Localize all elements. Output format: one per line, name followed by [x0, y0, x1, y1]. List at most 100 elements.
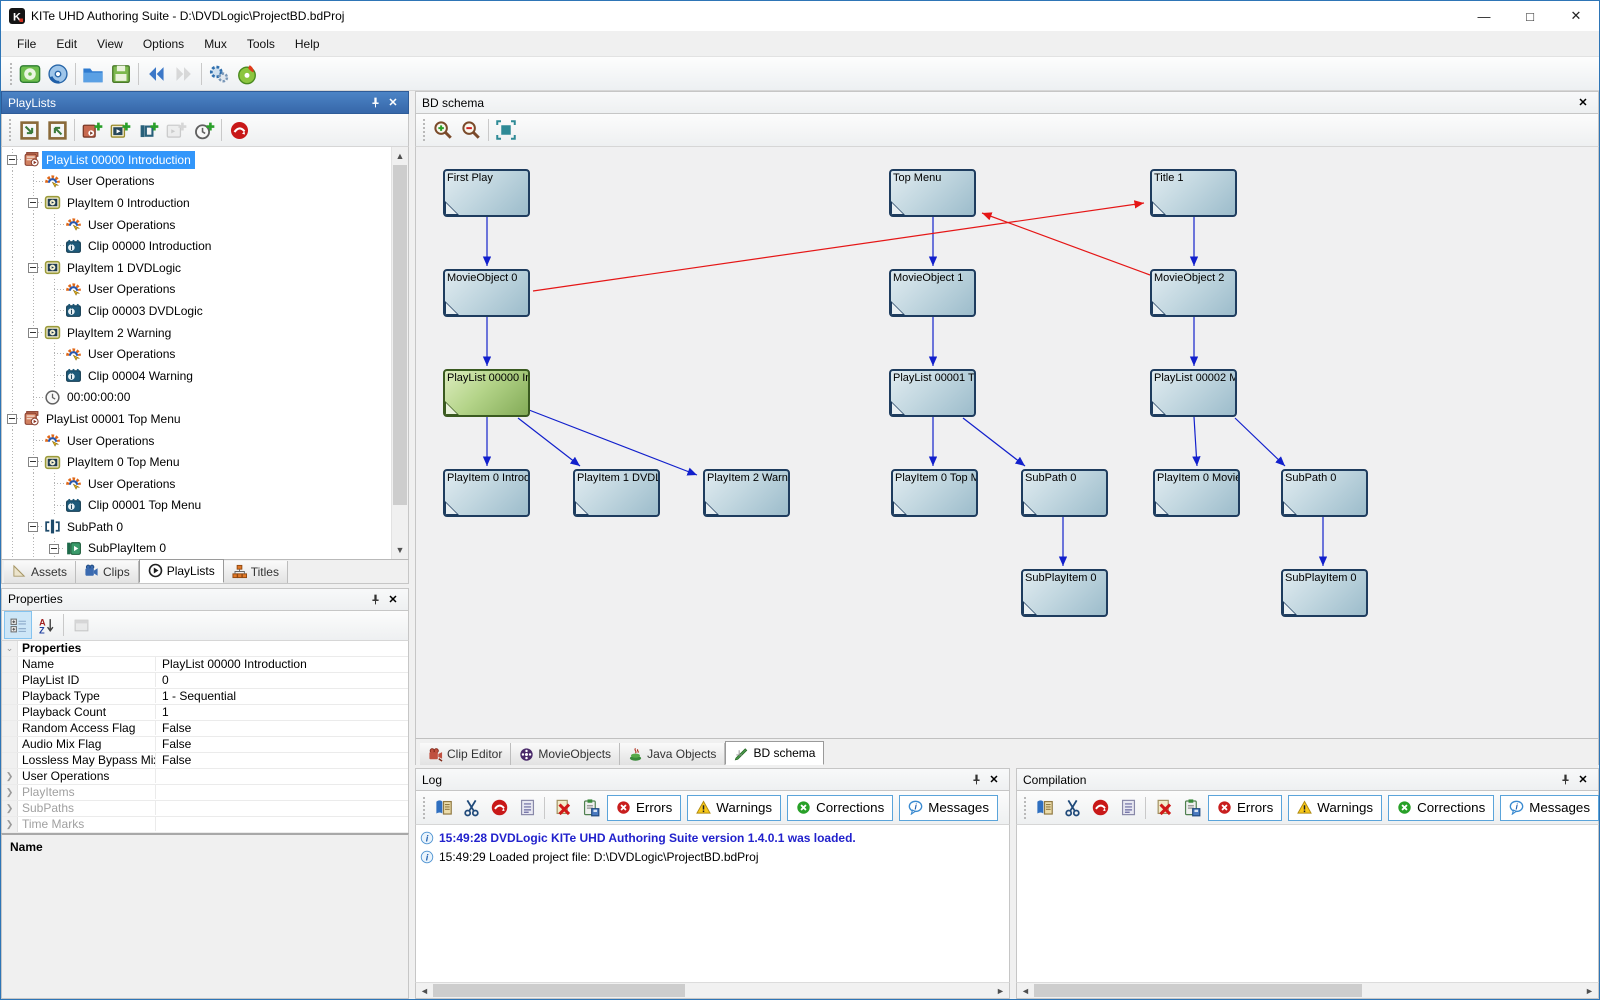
collapse-toggle-icon[interactable] — [44, 538, 65, 559]
tree-item[interactable]: User Operations — [2, 343, 391, 365]
property-pages-button[interactable] — [67, 611, 95, 639]
tree-item[interactable]: PlayList 00001 Top Menu — [2, 408, 391, 430]
property-value[interactable]: PlayList 00000 Introduction — [156, 657, 408, 671]
menu-edit[interactable]: Edit — [46, 33, 87, 55]
save-log-button[interactable] — [1177, 794, 1205, 822]
clear-log-button[interactable] — [548, 794, 576, 822]
close-icon[interactable]: ✕ — [985, 772, 1003, 788]
schema-node[interactable]: PlayItem 0 Movie — [1153, 469, 1240, 517]
close-icon[interactable]: ✕ — [384, 591, 402, 607]
save-project-button[interactable] — [107, 60, 135, 88]
cut-log-button[interactable] — [1058, 794, 1086, 822]
chevron-down-icon[interactable]: ⌄ — [2, 641, 18, 656]
mux-burn-button[interactable] — [233, 60, 261, 88]
tree-item-label[interactable]: PlayList 00000 Introduction — [42, 151, 195, 169]
toolbar-grip[interactable] — [421, 119, 426, 141]
chevron-right-icon[interactable]: ❯ — [2, 801, 18, 816]
schema-node[interactable]: PlayItem 0 Introduction — [443, 469, 530, 517]
pin-icon[interactable] — [967, 772, 985, 788]
pin-icon[interactable] — [366, 95, 384, 111]
tree-item-label[interactable]: SubPlayItem 0 — [84, 539, 170, 557]
export-playlist-button[interactable] — [43, 116, 71, 144]
property-value[interactable]: False — [156, 753, 408, 767]
tab-clips[interactable]: Clips — [76, 561, 139, 583]
tree-item-label[interactable]: User Operations — [84, 475, 179, 493]
copy-log-button[interactable] — [429, 794, 457, 822]
tree-item[interactable]: PlayItem 2 Warning — [2, 322, 391, 344]
filter-messages-button[interactable]: iMessages — [1500, 795, 1599, 821]
chevron-right-icon[interactable]: ❯ — [2, 769, 18, 784]
add-timemark-button[interactable] — [190, 116, 218, 144]
clear-log-button[interactable] — [1149, 794, 1177, 822]
schema-node[interactable]: MovieObject 2 — [1150, 269, 1237, 317]
schema-node[interactable]: SubPath 0 — [1281, 469, 1368, 517]
undo-button[interactable] — [142, 60, 170, 88]
property-value[interactable]: 0 — [156, 673, 408, 687]
property-row[interactable]: PlayList ID0 — [2, 673, 408, 689]
stop-log-button[interactable] — [1086, 794, 1114, 822]
collapse-toggle-icon[interactable] — [23, 451, 44, 473]
tree-item[interactable]: iClip 00003 DVDLogic — [2, 300, 391, 322]
add-subplayitem-button[interactable] — [162, 116, 190, 144]
chevron-right-icon[interactable]: ❯ — [2, 817, 18, 832]
add-playlist-button[interactable] — [78, 116, 106, 144]
property-row[interactable]: ❯User Operations — [2, 769, 408, 785]
filter-messages-button[interactable]: iMessages — [899, 795, 998, 821]
fit-to-window-button[interactable] — [492, 116, 520, 144]
tab-titles[interactable]: Titles — [224, 561, 288, 583]
zoom-in-button[interactable] — [429, 116, 457, 144]
schema-node[interactable]: PlayItem 0 Top Menu — [891, 469, 978, 517]
menu-tools[interactable]: Tools — [237, 33, 285, 55]
property-category-row[interactable]: ⌄Properties — [2, 641, 408, 657]
scroll-thumb[interactable] — [1034, 984, 1362, 997]
tree-item[interactable]: PlayItem 1 DVDLogic — [2, 257, 391, 279]
alphabetical-button[interactable]: AZ — [32, 611, 60, 639]
schema-node[interactable]: SubPlayItem 0 — [1021, 569, 1108, 617]
log-hscrollbar[interactable]: ◄ ► — [415, 982, 1010, 999]
scroll-right-icon[interactable]: ► — [1581, 983, 1598, 998]
tree-item[interactable]: User Operations — [2, 430, 391, 452]
filter-errors-button[interactable]: Errors — [607, 795, 681, 821]
redo-button[interactable] — [170, 60, 198, 88]
tree-item[interactable]: PlayItem 0 Introduction — [2, 192, 391, 214]
tree-item-label[interactable]: PlayItem 2 Warning — [63, 324, 175, 342]
schema-node[interactable]: Top Menu — [889, 169, 976, 217]
save-log-button[interactable] — [576, 794, 604, 822]
toolbar-grip[interactable] — [8, 63, 13, 85]
tree-item-label[interactable]: PlayList 00001 Top Menu — [42, 410, 185, 428]
collapse-toggle-icon[interactable] — [23, 516, 44, 538]
tree-item-label[interactable]: Clip 00001 Top Menu — [84, 496, 205, 514]
close-icon[interactable]: ✕ — [1574, 95, 1592, 111]
menu-help[interactable]: Help — [285, 33, 330, 55]
tree-item-label[interactable]: 00:00:00:00 — [63, 388, 134, 406]
filter-corrections-button[interactable]: Corrections — [787, 795, 893, 821]
property-row[interactable]: Playback Type1 - Sequential — [2, 689, 408, 705]
tree-scrollbar[interactable]: ▲ ▼ — [391, 147, 408, 559]
property-row[interactable]: ❯Time Marks — [2, 817, 408, 833]
categorized-button[interactable] — [4, 611, 32, 639]
tree-item-label[interactable]: Clip 00004 Warning — [84, 367, 197, 385]
schema-node[interactable]: PlayItem 2 Warning — [703, 469, 790, 517]
close-icon[interactable]: ✕ — [1574, 772, 1592, 788]
schema-node[interactable]: MovieObject 0 — [443, 269, 530, 317]
close-icon[interactable]: ✕ — [384, 95, 402, 111]
collapse-toggle-icon[interactable] — [2, 408, 23, 430]
property-row[interactable]: ❯SubPaths — [2, 801, 408, 817]
import-playlist-button[interactable] — [15, 116, 43, 144]
tree-item-label[interactable]: PlayItem 1 DVDLogic — [63, 259, 185, 277]
schema-node[interactable]: SubPlayItem 0 — [1281, 569, 1368, 617]
cut-log-button[interactable] — [457, 794, 485, 822]
collapse-toggle-icon[interactable] — [23, 192, 44, 214]
menu-mux[interactable]: Mux — [194, 33, 237, 55]
tree-item[interactable]: 00:00:00:00 — [2, 387, 391, 409]
tab-java-objects[interactable]: Java Objects — [620, 743, 725, 765]
tree-item[interactable]: iClip 00001 Top Menu — [2, 495, 391, 517]
schema-node[interactable]: PlayItem 1 DVDLogic — [573, 469, 660, 517]
schema-node[interactable]: PlayList 00002 Movie — [1150, 369, 1237, 417]
chevron-right-icon[interactable]: ❯ — [2, 785, 18, 800]
tree-item[interactable]: PlayItem 0 Top Menu — [2, 451, 391, 473]
schema-node[interactable]: MovieObject 1 — [889, 269, 976, 317]
add-subpath-button[interactable] — [134, 116, 162, 144]
tree-item-label[interactable]: PlayItem 0 Top Menu — [63, 453, 184, 471]
open-project-button[interactable] — [79, 60, 107, 88]
